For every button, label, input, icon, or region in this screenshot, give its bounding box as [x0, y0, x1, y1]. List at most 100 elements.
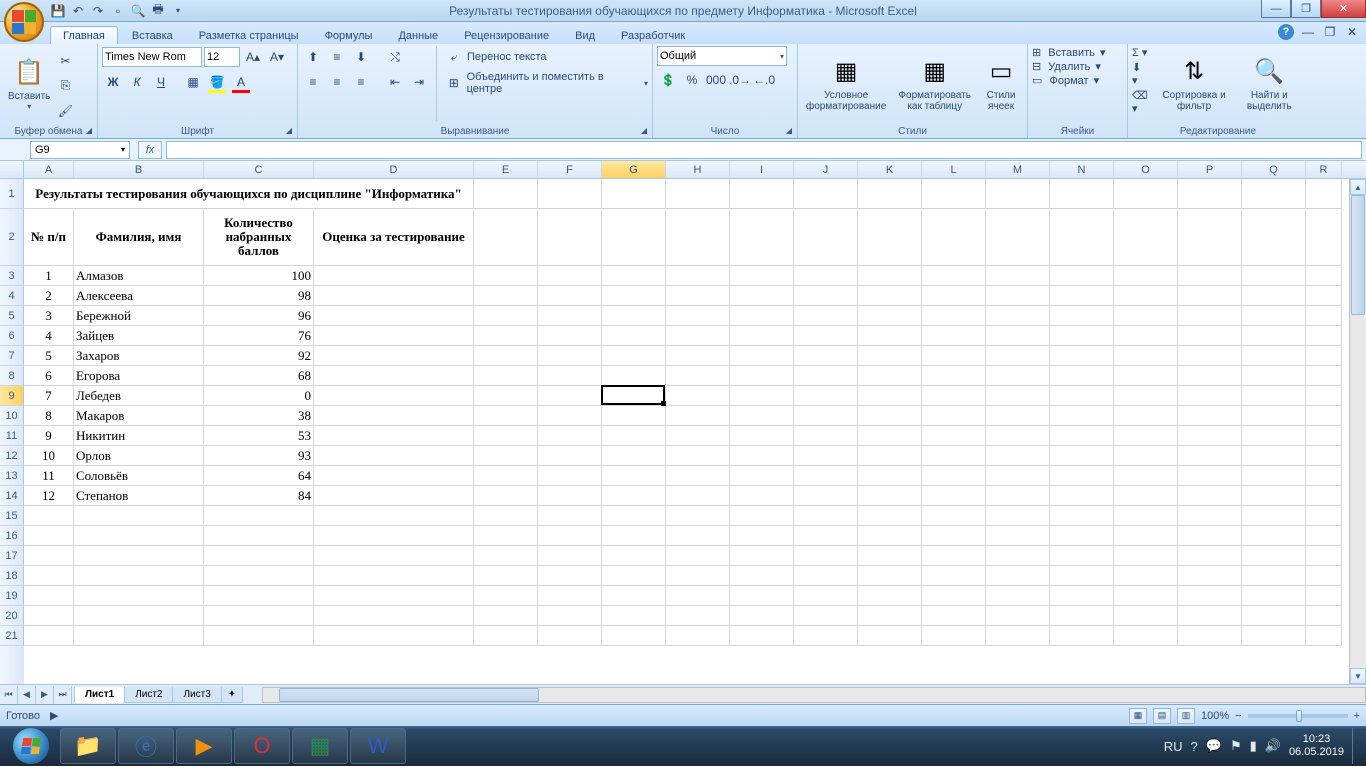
cell[interactable]: [1050, 526, 1114, 546]
cell[interactable]: 9: [24, 426, 74, 446]
cell[interactable]: [986, 486, 1050, 506]
increase-indent-icon[interactable]: ⇥: [408, 71, 430, 93]
cell[interactable]: [538, 486, 602, 506]
tab-review[interactable]: Рецензирование: [452, 27, 561, 44]
cell[interactable]: [474, 506, 538, 526]
cell[interactable]: 11: [24, 466, 74, 486]
cell[interactable]: [74, 506, 204, 526]
find-select-button[interactable]: 🔍 Найти и выделить: [1235, 46, 1304, 121]
cell[interactable]: [794, 266, 858, 286]
taskbar-clock[interactable]: 10:23 06.05.2019: [1289, 733, 1344, 759]
format-painter-icon[interactable]: 🖌: [54, 100, 76, 121]
cell[interactable]: [1306, 426, 1342, 446]
border-icon[interactable]: ▦: [182, 71, 204, 93]
cell[interactable]: [474, 566, 538, 586]
row-header[interactable]: 11: [0, 426, 24, 446]
cell[interactable]: [986, 526, 1050, 546]
task-explorer-icon[interactable]: 📁: [60, 728, 116, 764]
row-header[interactable]: 2: [0, 209, 24, 266]
cell[interactable]: [922, 466, 986, 486]
decrease-indent-icon[interactable]: ⇤: [384, 71, 406, 93]
cell[interactable]: [1306, 326, 1342, 346]
cell[interactable]: [314, 546, 474, 566]
cell[interactable]: [730, 209, 794, 266]
cell[interactable]: 38: [204, 406, 314, 426]
cell[interactable]: [538, 606, 602, 626]
cell[interactable]: [858, 546, 922, 566]
cell[interactable]: [1050, 466, 1114, 486]
cell[interactable]: [986, 286, 1050, 306]
cell[interactable]: [1242, 426, 1306, 446]
cell[interactable]: [1242, 506, 1306, 526]
task-ie-icon[interactable]: ⓔ: [118, 728, 174, 764]
cell[interactable]: [666, 209, 730, 266]
cell[interactable]: [1178, 606, 1242, 626]
cell[interactable]: [922, 486, 986, 506]
row-header[interactable]: 18: [0, 566, 24, 586]
cell[interactable]: [602, 266, 666, 286]
cell[interactable]: [730, 266, 794, 286]
cell[interactable]: [730, 606, 794, 626]
cell[interactable]: [730, 506, 794, 526]
cell[interactable]: [204, 566, 314, 586]
cell[interactable]: [74, 526, 204, 546]
cell[interactable]: [1242, 546, 1306, 566]
cell[interactable]: [1114, 366, 1178, 386]
tab-page-layout[interactable]: Разметка страницы: [187, 27, 311, 44]
cell[interactable]: [1242, 586, 1306, 606]
col-header-F[interactable]: F: [538, 161, 602, 178]
cell[interactable]: Егорова: [74, 366, 204, 386]
cell[interactable]: [794, 386, 858, 406]
cell[interactable]: [986, 179, 1050, 209]
cell[interactable]: [1050, 626, 1114, 646]
cell[interactable]: Соловьёв: [74, 466, 204, 486]
row-header[interactable]: 4: [0, 286, 24, 306]
cell[interactable]: 68: [204, 366, 314, 386]
cell[interactable]: [666, 526, 730, 546]
cell[interactable]: [858, 446, 922, 466]
cell[interactable]: 92: [204, 346, 314, 366]
cell[interactable]: [538, 286, 602, 306]
cell[interactable]: 3: [24, 306, 74, 326]
cell[interactable]: [1242, 466, 1306, 486]
tab-home[interactable]: Главная: [50, 26, 118, 44]
cell[interactable]: [858, 426, 922, 446]
cell[interactable]: [24, 586, 74, 606]
cell[interactable]: [314, 506, 474, 526]
view-page-layout-icon[interactable]: ▤: [1153, 708, 1171, 724]
cell[interactable]: [666, 566, 730, 586]
cell[interactable]: [1050, 386, 1114, 406]
cell[interactable]: [986, 406, 1050, 426]
cell[interactable]: [666, 366, 730, 386]
cell[interactable]: [794, 586, 858, 606]
cell[interactable]: [794, 606, 858, 626]
cell[interactable]: [1242, 386, 1306, 406]
cell[interactable]: [858, 346, 922, 366]
row-header[interactable]: 7: [0, 346, 24, 366]
cell[interactable]: [666, 466, 730, 486]
cell[interactable]: [538, 306, 602, 326]
cell[interactable]: [314, 446, 474, 466]
align-left-icon[interactable]: ≡: [302, 71, 324, 93]
col-header-L[interactable]: L: [922, 161, 986, 178]
decrease-decimal-icon[interactable]: ←.0: [753, 69, 775, 91]
cell[interactable]: [1114, 466, 1178, 486]
cell[interactable]: [858, 286, 922, 306]
cell[interactable]: [730, 286, 794, 306]
cell[interactable]: [1178, 586, 1242, 606]
cell[interactable]: Алексеева: [74, 286, 204, 306]
cell[interactable]: [474, 586, 538, 606]
cell[interactable]: [986, 466, 1050, 486]
cell[interactable]: [794, 209, 858, 266]
cell[interactable]: [1050, 486, 1114, 506]
cell[interactable]: [602, 466, 666, 486]
cell[interactable]: [666, 586, 730, 606]
cell[interactable]: [666, 606, 730, 626]
cell[interactable]: [666, 386, 730, 406]
cell[interactable]: [538, 209, 602, 266]
cell[interactable]: [474, 546, 538, 566]
cell[interactable]: Зайцев: [74, 326, 204, 346]
cell[interactable]: [1306, 486, 1342, 506]
macro-record-icon[interactable]: ▶: [50, 709, 58, 722]
cell[interactable]: [538, 566, 602, 586]
